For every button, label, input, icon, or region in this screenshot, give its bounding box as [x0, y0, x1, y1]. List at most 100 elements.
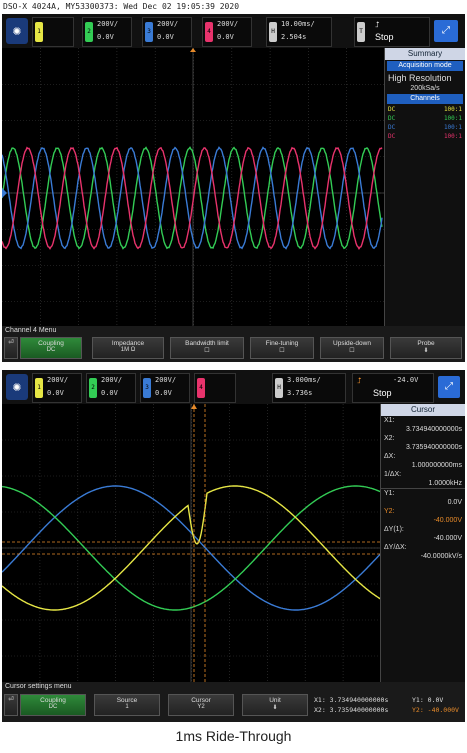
- softkey-label: Unit: [269, 697, 281, 704]
- softkey-label: Upside-down: [333, 340, 371, 347]
- timebase-scale: 10.00ms/: [281, 20, 315, 28]
- channel-1-offset: 0.0V: [47, 389, 64, 397]
- timebase-scale: 3.000ms/: [287, 376, 321, 384]
- summary-panel: Summary Acquisition mode High Resolution…: [384, 48, 465, 338]
- readout-y2: Y2: -40.000V: [412, 706, 459, 714]
- menu-label: Channel 4 Menu: [5, 327, 57, 334]
- channel-3-tag: 3: [145, 22, 153, 42]
- impedance-softkey[interactable]: Impedance 1M Ω: [92, 337, 164, 359]
- cursor-title: Cursor: [381, 404, 465, 416]
- horizontal-tag: H: [275, 378, 283, 398]
- coupling-softkey[interactable]: Coupling DC: [20, 694, 86, 716]
- dx-value: 1.000000000ms: [411, 462, 462, 469]
- channel-4-tag: 4: [197, 378, 205, 398]
- checkbox-icon: ☐: [349, 348, 355, 354]
- softkey-label: Coupling: [40, 697, 66, 704]
- upside-down-softkey[interactable]: Upside-down ☐: [320, 337, 384, 359]
- readout-y1: Y1: 0.0V: [412, 696, 444, 704]
- probe-softkey[interactable]: Probe ⬇: [390, 337, 462, 359]
- timebase-box[interactable]: H 10.00ms/ 2.504s: [266, 17, 332, 47]
- x1-value: 3.734940000000s: [405, 426, 462, 433]
- channel-1-scale: 200V/: [47, 376, 69, 384]
- channel-3-scale: 200V/: [155, 376, 177, 384]
- cursor-readout: X1: 3.734940000000s X2: 3.735940000000s …: [314, 696, 464, 718]
- dy-label: ΔY(1):: [384, 526, 404, 533]
- dydx-label: ΔY/ΔX:: [384, 544, 407, 551]
- softkey-bar: Cursor settings menu ⏎ Coupling DC Sourc…: [2, 682, 465, 722]
- unit-softkey[interactable]: Unit ⬇: [242, 694, 308, 716]
- softkey-value: 1M Ω: [120, 347, 136, 353]
- back-button[interactable]: ⏎: [4, 694, 18, 716]
- channel-2-box[interactable]: 2 200V/ 0.0V: [86, 373, 136, 403]
- softkey-label: Source: [116, 697, 138, 704]
- readout-x2: X2: 3.735940000000s: [314, 706, 389, 714]
- y2-label: Y2:: [384, 508, 395, 515]
- channel-2-tag: 2: [85, 22, 93, 42]
- checkbox-icon: ☐: [204, 348, 210, 354]
- back-button[interactable]: ⏎: [4, 337, 18, 359]
- x2-label: X2:: [384, 435, 395, 442]
- softkey-bar: Channel 4 Menu ⏎ Coupling DC Impedance 1…: [2, 326, 465, 362]
- oscilloscope-screen-1: ✺ 1 2 200V/ 0.0V 3 200V/ 0.0V 4 200V/ 0.…: [2, 14, 465, 362]
- softkey-label: Probe: [417, 340, 435, 347]
- channel-2-box[interactable]: 2 200V/ 0.0V: [82, 17, 132, 47]
- channel-row-3: DC 100:1: [385, 123, 465, 132]
- channel-1-tag: 1: [35, 22, 43, 42]
- cursor-softkey[interactable]: Cursor Y2: [168, 694, 234, 716]
- channel-2-scale: 200V/: [97, 20, 119, 28]
- channel-row-2: DC 100:1: [385, 114, 465, 123]
- channel-row-coupling: DC: [388, 124, 396, 131]
- x2-value: 3.735940000000s: [405, 444, 462, 451]
- zoom-icon[interactable]: ⤢: [438, 376, 460, 398]
- channel-3-offset: 0.0V: [155, 389, 172, 397]
- instrument-header: DSO-X 4024A, MY53300373: Wed Dec 02 19:0…: [3, 2, 240, 11]
- channel-3-box[interactable]: 3 200V/ 0.0V: [140, 373, 190, 403]
- channel-1-box[interactable]: 1: [32, 17, 74, 47]
- channel-row-probe: 100:1: [443, 133, 462, 140]
- checkbox-icon: ☐: [279, 348, 285, 354]
- channel-4-box[interactable]: 4 200V/ 0.0V: [202, 17, 252, 47]
- channel-row-probe: 100:1: [443, 106, 462, 113]
- summary-title: Summary: [385, 48, 465, 60]
- agilent-logo-icon[interactable]: ✺: [6, 18, 28, 44]
- figure-caption: 1ms Ride-Through: [175, 728, 292, 744]
- acquisition-mode: High Resolution: [388, 73, 452, 83]
- bandwidth-limit-softkey[interactable]: Bandwidth limit ☐: [170, 337, 244, 359]
- menu-label: Cursor settings menu: [5, 683, 72, 690]
- timebase-box[interactable]: H 3.000ms/ 3.736s: [272, 373, 346, 403]
- trigger-tag: T: [357, 22, 365, 42]
- zoom-icon[interactable]: ⤢: [434, 20, 458, 42]
- channel-2-scale: 200V/: [101, 376, 123, 384]
- channel-4-offset: 0.0V: [217, 33, 234, 41]
- inverse-dx-label: 1/ΔX:: [384, 471, 402, 478]
- channel-row-1: DC 100:1: [385, 105, 465, 114]
- acquisition-status: Acquisition mode: [387, 61, 463, 71]
- agilent-logo-icon[interactable]: ✺: [6, 374, 28, 400]
- fine-tuning-softkey[interactable]: Fine-tuning ☐: [250, 337, 314, 359]
- coupling-softkey[interactable]: Coupling DC: [20, 337, 82, 359]
- channel-3-tag: 3: [143, 378, 151, 398]
- softkey-value: DC: [46, 347, 56, 353]
- channel-1-tag: 1: [35, 378, 43, 398]
- y2-value: -40.000V: [433, 517, 462, 524]
- source-softkey[interactable]: Source 1: [94, 694, 160, 716]
- dy-value: -40.000V: [433, 535, 462, 542]
- trigger-level: -24.0V: [393, 376, 419, 384]
- channel-3-box[interactable]: 3 200V/ 0.0V: [142, 17, 192, 47]
- channel-1-box[interactable]: 1 200V/ 0.0V: [32, 373, 82, 403]
- timebase-delay: 3.736s: [287, 389, 313, 397]
- channel-4-tag: 4: [205, 22, 213, 42]
- run-state: Stop: [375, 32, 394, 42]
- trigger-edge-icon: ⮥: [375, 20, 380, 29]
- arrow-down-icon: ⬇: [423, 348, 429, 354]
- channel-4-box[interactable]: 4: [194, 373, 236, 403]
- trigger-box[interactable]: T ⮥ Stop: [354, 17, 430, 47]
- channel-3-scale: 200V/: [157, 20, 179, 28]
- softkey-label: Bandwidth limit: [185, 340, 229, 347]
- trigger-box[interactable]: ⮥ -24.0V Stop: [352, 373, 434, 403]
- y1-label: Y1:: [381, 488, 465, 498]
- cursor-panel: Cursor X1: 3.734940000000s X2: 3.7359400…: [380, 404, 465, 692]
- channel-row-coupling: DC: [388, 133, 396, 140]
- channel-2-offset: 0.0V: [101, 389, 118, 397]
- y1-value: 0.0V: [447, 499, 462, 506]
